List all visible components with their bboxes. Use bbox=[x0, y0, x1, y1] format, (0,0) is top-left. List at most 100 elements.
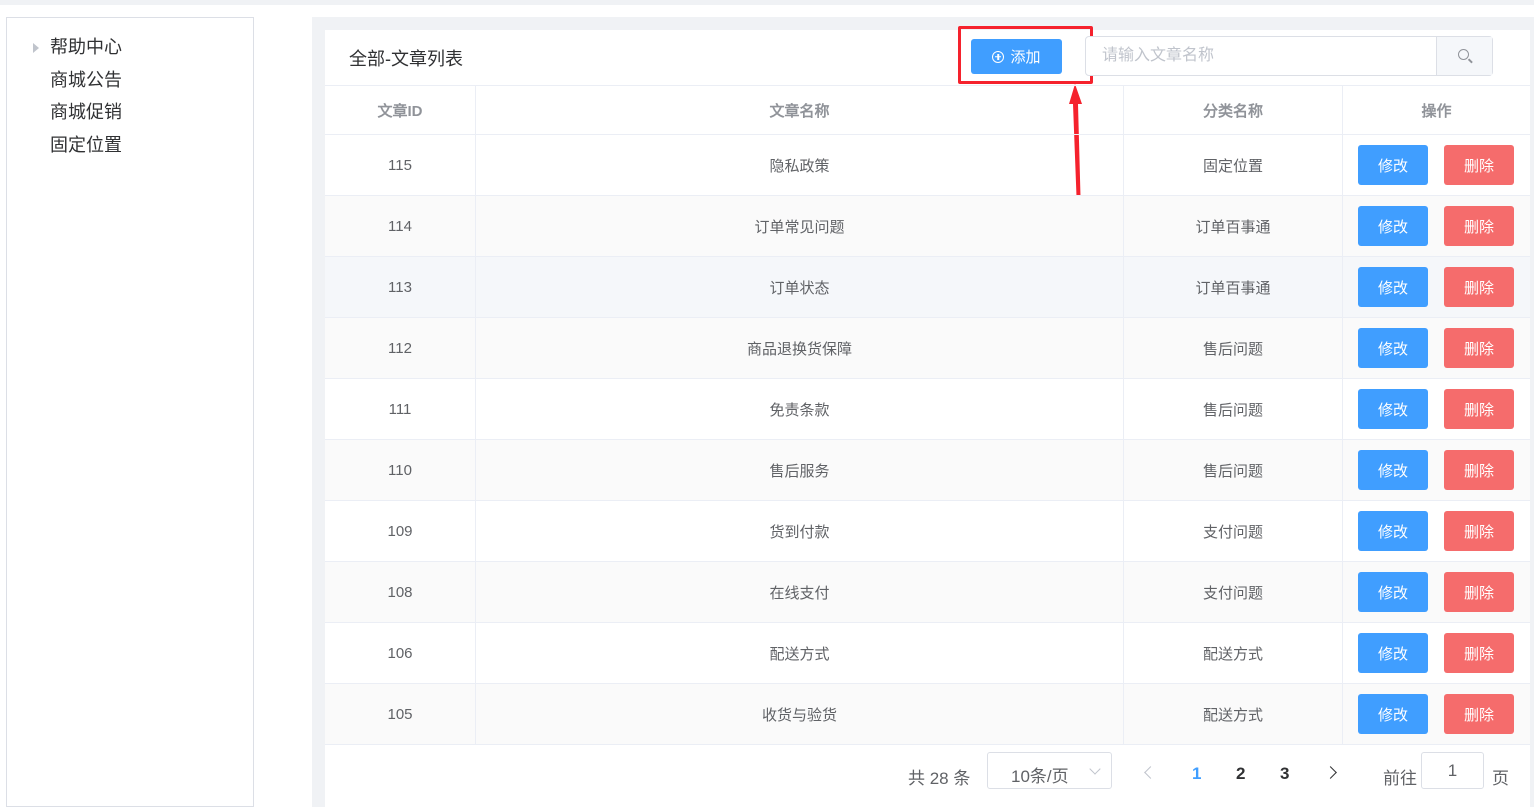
edit-button[interactable]: 修改 bbox=[1358, 633, 1428, 673]
cell-name: 收货与验货 bbox=[476, 684, 1124, 744]
cell-actions: 修改 删除 bbox=[1343, 623, 1530, 683]
cell-category: 支付问题 bbox=[1124, 562, 1343, 622]
chevron-left-icon bbox=[1144, 766, 1157, 779]
cell-category: 订单百事通 bbox=[1124, 196, 1343, 256]
cell-name: 货到付款 bbox=[476, 501, 1124, 561]
search-input[interactable] bbox=[1086, 37, 1436, 75]
delete-button[interactable]: 删除 bbox=[1444, 572, 1514, 612]
column-header-actions: 操作 bbox=[1421, 102, 1452, 120]
cell-id: 109 bbox=[325, 501, 476, 561]
delete-button[interactable]: 删除 bbox=[1444, 145, 1514, 185]
cell-actions: 修改 删除 bbox=[1343, 501, 1530, 561]
cell-id: 114 bbox=[325, 196, 476, 256]
pagination-total: 共 28 条 bbox=[908, 769, 971, 788]
cell-category: 售后问题 bbox=[1124, 379, 1343, 439]
edit-button[interactable]: 修改 bbox=[1358, 267, 1428, 307]
cell-id: 112 bbox=[325, 318, 476, 378]
delete-button[interactable]: 删除 bbox=[1444, 694, 1514, 734]
cell-category: 固定位置 bbox=[1124, 135, 1343, 195]
delete-button[interactable]: 删除 bbox=[1444, 206, 1514, 246]
table-row: 112 商品退换货保障 售后问题 修改 删除 bbox=[325, 318, 1530, 379]
cell-category: 配送方式 bbox=[1124, 623, 1343, 683]
column-header-category: 分类名称 bbox=[1124, 86, 1343, 134]
cell-name: 在线支付 bbox=[476, 562, 1124, 622]
edit-button[interactable]: 修改 bbox=[1358, 389, 1428, 429]
search-button[interactable] bbox=[1436, 37, 1492, 75]
sidebar-tree: 帮助中心 商城公告 商城促销 固定位置 bbox=[6, 17, 254, 807]
table-row: 114 订单常见问题 订单百事通 修改 删除 bbox=[325, 196, 1530, 257]
table-row: 113 订单状态 订单百事通 修改 删除 bbox=[325, 257, 1530, 318]
cell-category: 售后问题 bbox=[1124, 318, 1343, 378]
table-row: 115 隐私政策 固定位置 修改 删除 bbox=[325, 135, 1530, 196]
delete-button[interactable]: 删除 bbox=[1444, 267, 1514, 307]
add-button[interactable]: 添加 bbox=[971, 39, 1062, 74]
cell-id: 115 bbox=[325, 135, 476, 195]
goto-page-input[interactable] bbox=[1421, 752, 1484, 789]
cell-category: 售后问题 bbox=[1124, 440, 1343, 500]
cell-id: 106 bbox=[325, 623, 476, 683]
cell-id: 105 bbox=[325, 684, 476, 744]
tree-item-label: 固定位置 bbox=[50, 135, 122, 155]
delete-button[interactable]: 删除 bbox=[1444, 633, 1514, 673]
chevron-right-icon bbox=[1324, 766, 1337, 779]
cell-name: 隐私政策 bbox=[476, 135, 1124, 195]
cell-actions: 修改 删除 bbox=[1343, 318, 1530, 378]
column-header-name: 文章名称 bbox=[476, 86, 1124, 134]
page-size-value: 10条/页 bbox=[1011, 767, 1069, 786]
edit-button[interactable]: 修改 bbox=[1358, 572, 1428, 612]
table-row: 111 免责条款 售后问题 修改 删除 bbox=[325, 379, 1530, 440]
page-number-3[interactable]: 3 bbox=[1280, 764, 1289, 784]
cell-actions: 修改 删除 bbox=[1343, 135, 1530, 195]
table-row: 105 收货与验货 配送方式 修改 删除 bbox=[325, 684, 1530, 745]
search-icon-handle bbox=[1468, 58, 1473, 64]
search-icon bbox=[1458, 49, 1469, 60]
cell-actions: 修改 删除 bbox=[1343, 440, 1530, 500]
top-bar bbox=[0, 0, 1534, 5]
edit-button[interactable]: 修改 bbox=[1358, 511, 1428, 551]
delete-button[interactable]: 删除 bbox=[1444, 328, 1514, 368]
cell-name: 免责条款 bbox=[476, 379, 1124, 439]
tree-item-label: 商城促销 bbox=[50, 102, 122, 122]
cell-actions: 修改 删除 bbox=[1343, 684, 1530, 744]
add-button-label: 添加 bbox=[1010, 49, 1041, 66]
edit-button[interactable]: 修改 bbox=[1358, 450, 1428, 490]
article-table: 文章ID 文章名称 分类名称 操作 115 隐私政策 固定位置 修改 删除 11… bbox=[325, 85, 1530, 745]
table-row: 106 配送方式 配送方式 修改 删除 bbox=[325, 623, 1530, 684]
edit-button[interactable]: 修改 bbox=[1358, 694, 1428, 734]
edit-button[interactable]: 修改 bbox=[1358, 145, 1428, 185]
cell-actions: 修改 删除 bbox=[1343, 379, 1530, 439]
delete-button[interactable]: 删除 bbox=[1444, 389, 1514, 429]
table-row: 108 在线支付 支付问题 修改 删除 bbox=[325, 562, 1530, 623]
cell-actions: 修改 删除 bbox=[1343, 257, 1530, 317]
caret-right-icon[interactable] bbox=[33, 43, 39, 53]
cell-name: 配送方式 bbox=[476, 623, 1124, 683]
cell-name: 订单常见问题 bbox=[476, 196, 1124, 256]
page-number-2[interactable]: 2 bbox=[1236, 764, 1245, 784]
column-header-id: 文章ID bbox=[325, 86, 476, 134]
article-list-card: 全部-文章列表 添加 文章ID 文章名称 分类名称 操作 115 bbox=[325, 26, 1530, 810]
edit-button[interactable]: 修改 bbox=[1358, 206, 1428, 246]
cell-id: 110 bbox=[325, 440, 476, 500]
next-page-button[interactable] bbox=[1324, 762, 1344, 782]
page-title: 全部-文章列表 bbox=[349, 49, 463, 69]
delete-button[interactable]: 删除 bbox=[1444, 511, 1514, 551]
page-size-select[interactable]: 10条/页 bbox=[987, 752, 1112, 789]
page-suffix-label: 页 bbox=[1492, 769, 1509, 788]
cell-id: 111 bbox=[325, 379, 476, 439]
tree-item-label: 商城公告 bbox=[50, 70, 122, 90]
tree-item-label: 帮助中心 bbox=[50, 37, 122, 57]
prev-page-button[interactable] bbox=[1140, 762, 1160, 782]
cell-name: 订单状态 bbox=[476, 257, 1124, 317]
goto-label: 前往 bbox=[1383, 769, 1417, 788]
edit-button[interactable]: 修改 bbox=[1358, 328, 1428, 368]
table-row: 110 售后服务 售后问题 修改 删除 bbox=[325, 440, 1530, 501]
delete-button[interactable]: 删除 bbox=[1444, 450, 1514, 490]
main-area: 全部-文章列表 添加 文章ID 文章名称 分类名称 操作 115 bbox=[312, 17, 1534, 810]
pagination: 共 28 条 10条/页 1 2 3 前往 页 bbox=[325, 752, 1530, 796]
circle-plus-icon bbox=[992, 50, 1005, 63]
cell-name: 售后服务 bbox=[476, 440, 1124, 500]
search-box bbox=[1085, 36, 1493, 76]
table-header: 文章ID 文章名称 分类名称 操作 bbox=[325, 86, 1530, 135]
cell-category: 订单百事通 bbox=[1124, 257, 1343, 317]
page-number-1[interactable]: 1 bbox=[1192, 764, 1201, 784]
